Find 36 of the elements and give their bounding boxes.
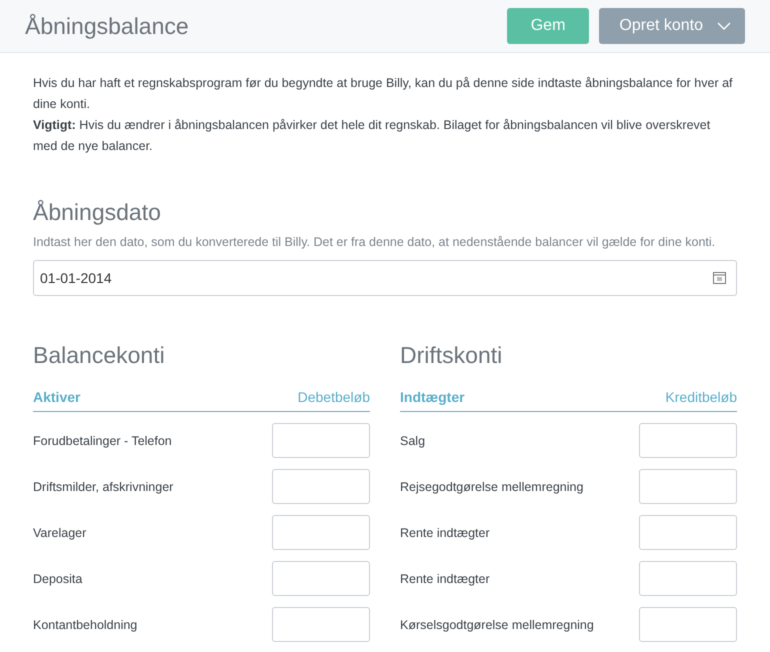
- amount-field[interactable]: [639, 561, 737, 596]
- account-name: Driftsmilder, afskrivninger: [33, 480, 174, 494]
- section-title: Balancekonti: [33, 342, 166, 369]
- intro-paragraph: Hvis du har haft et regnskabsprogram før du begyndte at bruge Billy, kan du på denne side indtaste åbningsbalance for hver af dine konti.: [33, 75, 734, 113]
- account-name: Rente indtægter: [400, 572, 490, 586]
- account-name: Rejsegodtgørelse mellemregning: [400, 480, 584, 494]
- group-label: Aktiver: [33, 389, 80, 405]
- page-title: Åbningsbalance: [25, 12, 190, 40]
- amount-label: Kreditbeløb: [665, 389, 737, 405]
- amount-field[interactable]: [639, 607, 737, 642]
- account-name: Deposita: [33, 572, 82, 586]
- amount-field[interactable]: [272, 515, 370, 550]
- section-title: Driftskonti: [400, 342, 504, 369]
- group-label: Indtægter: [400, 389, 465, 405]
- amount-field[interactable]: [639, 469, 737, 504]
- account-name: Salg: [400, 434, 426, 448]
- save-button[interactable]: Gem: [506, 8, 590, 44]
- intro-paragraph: Vigtigt: Hvis du ændrer i åbningsbalancen påvirker det hele dit regnskab. Bilaget for åbningsbalancen vil blive overskrevet med de nye balancer.: [33, 117, 712, 155]
- amount-field[interactable]: [639, 515, 737, 550]
- chevron-down-icon: [717, 22, 731, 30]
- account-name: Varelager: [33, 526, 86, 540]
- amount-label: Debetbeløb: [298, 389, 370, 405]
- section-title: Åbningsdato: [33, 199, 162, 226]
- amount-field[interactable]: [272, 607, 370, 642]
- account-name: Forudbetalinger - Telefon: [33, 434, 172, 448]
- calendar-icon[interactable]: [713, 272, 726, 284]
- amount-field[interactable]: [272, 561, 370, 596]
- account-name: Kontantbeholdning: [33, 618, 138, 632]
- account-name: Kørselsgodtgørelse mellemregning: [400, 618, 594, 632]
- amount-field[interactable]: [639, 423, 737, 458]
- hint-text: Indtast her den dato, som du konverterede til Billy. Det er fra denne dato, at nedenstående balancer vil gælde for dine konti.: [33, 234, 716, 251]
- amount-field[interactable]: [272, 469, 370, 504]
- create-account-button[interactable]: Opret konto: [599, 8, 745, 44]
- amount-field[interactable]: [272, 423, 370, 458]
- account-name: Rente indtægter: [400, 526, 490, 540]
- date-field[interactable]: 01-01-2014: [33, 260, 737, 296]
